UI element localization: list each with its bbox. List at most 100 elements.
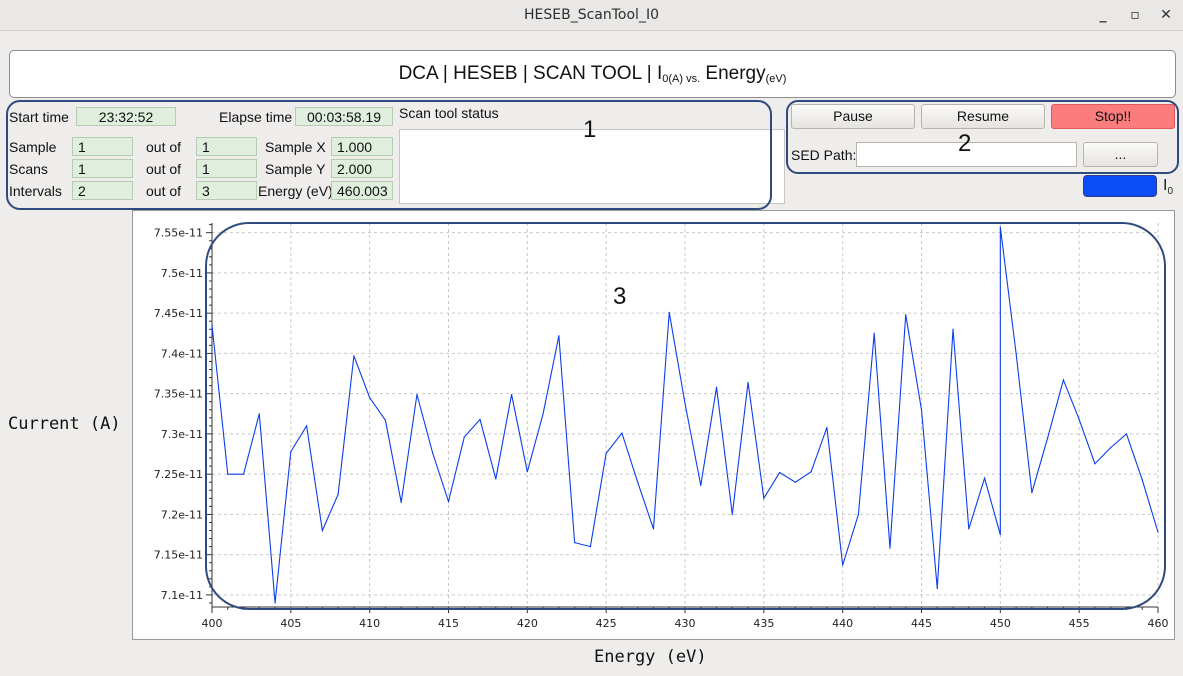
- resume-button[interactable]: Resume: [921, 104, 1045, 129]
- data-point: [1015, 352, 1017, 355]
- maximize-icon[interactable]: ▫: [1124, 4, 1146, 26]
- data-point: [1141, 479, 1143, 481]
- y-tick-label: 7.35e-11: [154, 388, 203, 401]
- sample-x-label: Sample X: [265, 139, 326, 155]
- banner-subscript-2: (eV): [765, 73, 787, 85]
- y-tick-label: 7.45e-11: [154, 307, 203, 320]
- data-point: [432, 452, 434, 454]
- data-point: [826, 426, 828, 429]
- x-tick-label: 425: [596, 617, 617, 630]
- intervals-total-field: 3: [196, 181, 257, 200]
- elapse-time-field: 00:03:58.19: [295, 107, 393, 126]
- y-tick-label: 7.55e-11: [154, 227, 203, 240]
- data-point: [999, 226, 1001, 228]
- x-tick-label: 400: [202, 617, 223, 630]
- data-point: [763, 497, 765, 499]
- data-point: [574, 541, 576, 544]
- legend-swatch[interactable]: [1083, 175, 1157, 197]
- annotation-label-1: 1: [583, 116, 597, 143]
- elapse-time-label: Elapse time: [219, 109, 293, 125]
- y-tick-label: 7.5e-11: [161, 267, 203, 280]
- energy-label: Energy (eV): [258, 183, 333, 199]
- intervals-field: 2: [72, 181, 133, 200]
- data-point: [1078, 418, 1080, 421]
- x-tick-label: 415: [438, 617, 459, 630]
- data-point: [274, 602, 276, 604]
- x-axis-label: Energy (eV): [594, 647, 707, 667]
- x-tick-label: 405: [280, 617, 301, 630]
- data-point: [495, 478, 497, 480]
- data-point: [510, 393, 513, 396]
- data-point: [999, 533, 1001, 536]
- data-point: [842, 564, 844, 566]
- data-point: [400, 501, 402, 503]
- x-tick-label: 455: [1069, 617, 1090, 630]
- browse-button[interactable]: ...: [1083, 142, 1158, 167]
- sample-y-field: 2.000: [331, 159, 393, 178]
- data-point: [968, 528, 970, 530]
- energy-field: 460.003: [331, 181, 393, 200]
- data-point: [715, 386, 718, 388]
- data-point: [652, 528, 655, 530]
- x-tick-label: 410: [359, 617, 380, 630]
- data-point: [684, 402, 686, 404]
- y-tick-label: 7.1e-11: [161, 589, 203, 602]
- data-point: [542, 413, 544, 415]
- stop-button[interactable]: Stop!!: [1051, 104, 1175, 129]
- sample-x-field: 1.000: [331, 137, 393, 156]
- data-point: [1125, 433, 1128, 435]
- data-point: [1157, 531, 1159, 533]
- x-tick-label: 460: [1148, 617, 1169, 630]
- data-point: [905, 314, 907, 316]
- x-tick-label: 430: [675, 617, 696, 630]
- data-point: [700, 484, 702, 487]
- x-tick-label: 440: [832, 617, 853, 630]
- pause-button[interactable]: Pause: [791, 104, 915, 129]
- y-axis-label: Current (A): [8, 414, 121, 434]
- plot-frame[interactable]: 400 405 410 415 420 425 430 435 440 445 450 455 460 7…: [132, 210, 1175, 640]
- data-point: [321, 529, 323, 532]
- data-point: [857, 513, 860, 516]
- y-tick-label: 7.4e-11: [161, 347, 203, 360]
- data-point: [227, 473, 229, 475]
- x-tick-label: 450: [990, 617, 1011, 630]
- data-point: [920, 409, 923, 411]
- data-point: [479, 418, 481, 421]
- y-tick-label: 7.2e-11: [161, 508, 203, 521]
- legend-label-sub: 0: [1167, 186, 1174, 198]
- data-point: [369, 397, 371, 399]
- close-icon[interactable]: ✕: [1155, 4, 1177, 26]
- data-point: [810, 471, 812, 473]
- data-point: [589, 546, 591, 548]
- scans-label: Scans: [9, 161, 48, 177]
- data-point: [621, 432, 623, 434]
- minimize-icon[interactable]: _: [1092, 4, 1114, 26]
- data-point: [211, 324, 213, 326]
- banner-energy: Energy: [700, 63, 766, 84]
- sample-y-label: Sample Y: [265, 161, 326, 177]
- data-point: [637, 481, 639, 483]
- window-title: HESEB_ScanTool_I0: [524, 7, 659, 23]
- data-point: [1047, 437, 1049, 439]
- line-chart[interactable]: 400 405 410 415 420 425 430 435 440 445 450 455 460 7…: [133, 211, 1176, 641]
- scans-out-of-label: out of: [146, 161, 182, 177]
- x-tick-label: 420: [517, 617, 538, 630]
- sed-path-label: SED Path:: [791, 147, 857, 163]
- data-point: [668, 311, 670, 313]
- start-time-field: 23:32:52: [76, 107, 176, 126]
- sample-out-of-label: out of: [146, 139, 182, 155]
- data-point: [290, 451, 292, 453]
- data-point: [1110, 447, 1112, 449]
- data-point: [936, 587, 938, 590]
- data-point: [306, 425, 308, 427]
- data-point: [952, 328, 954, 330]
- intervals-label: Intervals: [9, 183, 62, 199]
- data-point: [242, 473, 245, 475]
- y-tick-label: 7.15e-11: [154, 549, 203, 562]
- data-point: [447, 500, 450, 503]
- data-point: [416, 393, 418, 396]
- banner-prefix: DCA | HESEB | SCAN TOOL | I: [398, 63, 663, 84]
- data-point: [1031, 492, 1033, 494]
- data-point: [873, 332, 875, 334]
- annotation-label-2: 2: [958, 130, 972, 157]
